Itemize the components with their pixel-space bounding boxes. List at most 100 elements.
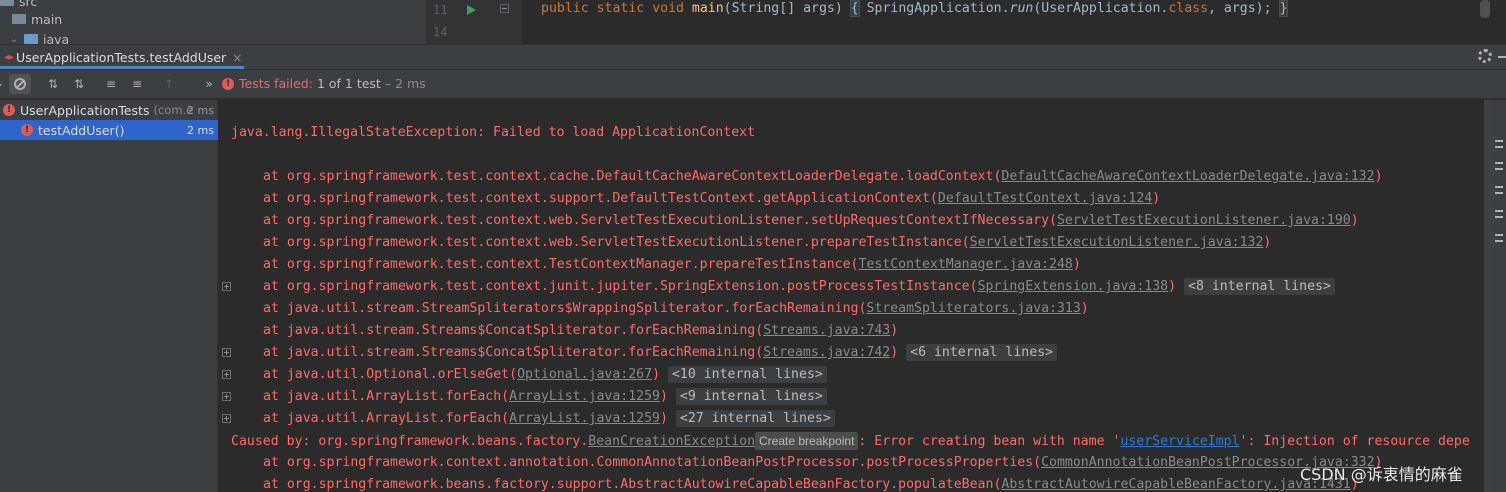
stack-frame-text: at java.util.stream.StreamSpliterators$W… <box>263 301 867 316</box>
stack-frame-end: ) <box>1374 169 1383 184</box>
stack-frame-end: ) <box>1152 191 1161 206</box>
source-link[interactable]: StreamSpliterators.java:313 <box>866 301 1080 316</box>
console-output[interactable]: java.lang.IllegalStateException: Failed … <box>219 100 1492 492</box>
line-number: 14 <box>433 25 448 39</box>
stack-frame: at org.springframework.test.context.supp… <box>263 188 1160 210</box>
source-link[interactable]: ServletTestExecutionListener.java:132 <box>970 235 1264 250</box>
tree-item-java[interactable]: ⌄ java <box>10 29 69 44</box>
folder-icon <box>12 14 26 24</box>
caused-by-rest: ': Injection of resource depe <box>1239 434 1470 449</box>
stack-frame: at java.util.stream.StreamSpliterators$W… <box>263 298 1089 320</box>
tree-item-label: java <box>43 31 70 45</box>
source-link[interactable]: TestContextManager.java:248 <box>858 257 1072 272</box>
test-suite-row[interactable]: ! UserApplicationTests (com.e 2 ms <box>0 100 218 120</box>
print-icon[interactable] <box>1495 186 1503 194</box>
more-actions-icon[interactable]: » <box>198 74 220 94</box>
source-link[interactable]: ArrayList.java:1259 <box>509 389 660 404</box>
stack-frame-end: ) <box>1080 301 1089 316</box>
test-case-row[interactable]: ! testAddUser() 2 ms <box>0 120 218 140</box>
editor-gutter: 11 14 <box>427 0 522 44</box>
stack-frame-text: at org.springframework.context.annotatio… <box>263 455 1042 470</box>
clear-all-icon[interactable] <box>1495 234 1503 242</box>
close-icon[interactable]: × <box>232 51 242 65</box>
expand-internal-lines-icon[interactable] <box>222 414 231 423</box>
internal-lines-fold[interactable]: <10 internal lines> <box>667 366 827 383</box>
source-link[interactable]: ArrayList.java:1259 <box>509 411 660 426</box>
gear-icon[interactable] <box>1478 49 1492 63</box>
stack-frame: at org.springframework.test.context.web.… <box>263 210 1359 232</box>
expand-all-icon[interactable]: ≡ <box>100 74 122 94</box>
sort-duration-icon[interactable]: ⇅ <box>68 74 90 94</box>
error-icon: ! <box>222 77 234 90</box>
console-scrollbar[interactable] <box>1484 100 1492 492</box>
stack-frame: at org.springframework.beans.factory.sup… <box>263 474 1359 492</box>
tree-item-label: src <box>19 0 38 9</box>
expand-internal-lines-icon[interactable] <box>222 370 231 379</box>
create-breakpoint-tooltip[interactable]: Create breakpoint <box>755 432 859 450</box>
source-link[interactable]: Streams.java:742 <box>763 345 890 360</box>
stack-frame-end: ) <box>1168 279 1177 294</box>
fold-icon[interactable] <box>500 4 509 13</box>
code-token: (UserApplication. <box>1033 1 1169 16</box>
stack-frame: at java.util.stream.Streams$ConcatSplite… <box>263 342 1058 364</box>
test-case-name: testAddUser() <box>38 122 125 138</box>
test-results-tree: ! UserApplicationTests (com.e 2 ms ! tes… <box>0 100 218 492</box>
stack-frame: at org.springframework.test.context.juni… <box>263 276 1335 298</box>
collapse-all-icon[interactable]: ≡ <box>126 74 148 94</box>
internal-lines-fold[interactable]: <9 internal lines> <box>675 388 827 405</box>
exception-class-link[interactable]: BeanCreationException <box>588 434 755 449</box>
code-editor[interactable]: public static void main(String[] args) {… <box>522 0 1506 44</box>
source-link[interactable]: DefaultTestContext.java:124 <box>938 191 1152 206</box>
caused-by-line: Caused by: org.springframework.beans.fac… <box>231 430 1470 452</box>
pin-icon[interactable] <box>1495 210 1503 218</box>
source-link[interactable]: Streams.java:743 <box>763 323 890 338</box>
test-runner-toolbar: ▸ ⇅ ⇅ ≡ ≡ ↑ » ! Tests failed: 1 of 1 tes… <box>0 70 1506 99</box>
expand-internal-lines-icon[interactable] <box>222 348 231 357</box>
stack-frame-end: ) <box>1263 235 1272 250</box>
source-link[interactable]: DefaultCacheAwareContextLoaderDelegate.j… <box>1001 169 1374 184</box>
expand-internal-lines-icon[interactable] <box>222 392 231 401</box>
stack-frame-end: ) <box>890 345 899 360</box>
expand-internal-lines-icon[interactable] <box>222 282 231 291</box>
stack-frame-text: at java.util.Optional.orElseGet( <box>263 367 518 382</box>
watermark: CSDN @诉衷情的麻雀 <box>1300 465 1463 484</box>
bean-name-link[interactable]: userServiceImpl <box>1120 434 1239 449</box>
stack-frame-end: ) <box>652 367 661 382</box>
source-link[interactable]: AbstractAutowireCapableBeanFactory.java:… <box>1001 477 1350 492</box>
code-token: , args); <box>1208 1 1280 16</box>
code-token: static <box>596 1 645 16</box>
code-token: public <box>541 1 589 16</box>
error-icon: ! <box>21 124 33 136</box>
internal-lines-fold[interactable]: <8 internal lines> <box>1184 278 1335 295</box>
caused-by-prefix: Caused by: org.springframework.beans.fac… <box>231 434 589 449</box>
line-number: 11 <box>433 3 448 17</box>
chevron-down-icon[interactable]: ⌄ <box>10 34 22 45</box>
sort-alpha-icon[interactable]: ⇅ <box>42 74 64 94</box>
source-link[interactable]: ServletTestExecutionListener.java:190 <box>1057 213 1351 228</box>
soft-wrap-icon[interactable] <box>1495 140 1503 148</box>
run-config-icon: ◂▸ <box>4 52 15 63</box>
stop-icon[interactable] <box>9 74 31 94</box>
stack-frame-text: at org.springframework.beans.factory.sup… <box>263 477 1002 492</box>
internal-lines-fold[interactable]: <6 internal lines> <box>906 344 1058 361</box>
status-count: 1 of 1 test <box>316 76 381 91</box>
stack-frame: at java.util.ArrayList.forEach(ArrayList… <box>263 408 835 430</box>
minimize-icon[interactable] <box>1498 56 1506 58</box>
project-tree: src main ⌄ java <box>0 0 427 44</box>
code-token: run <box>1009 1 1034 16</box>
tree-item-main[interactable]: main <box>12 9 62 29</box>
code-token: main <box>691 1 724 16</box>
exception-line: java.lang.IllegalStateException: Failed … <box>231 125 756 140</box>
scroll-to-end-icon[interactable] <box>1495 162 1503 170</box>
stack-frame-end: ) <box>890 323 899 338</box>
stack-frame: at java.util.ArrayList.forEach(ArrayList… <box>263 386 827 408</box>
test-suite-time: 2 ms <box>187 103 214 117</box>
internal-lines-fold[interactable]: <27 internal lines> <box>675 410 835 427</box>
source-link[interactable]: SpringExtension.java:138 <box>978 279 1169 294</box>
stack-frame-text: at java.util.stream.Streams$ConcatSplite… <box>263 345 764 360</box>
stack-frame-text: at org.springframework.test.context.juni… <box>263 279 978 294</box>
editor-scrollbar[interactable] <box>1480 0 1490 18</box>
run-gutter-icon[interactable] <box>467 5 476 15</box>
source-link[interactable]: Optional.java:267 <box>517 367 652 382</box>
previous-failed-icon[interactable]: ↑ <box>158 74 180 94</box>
